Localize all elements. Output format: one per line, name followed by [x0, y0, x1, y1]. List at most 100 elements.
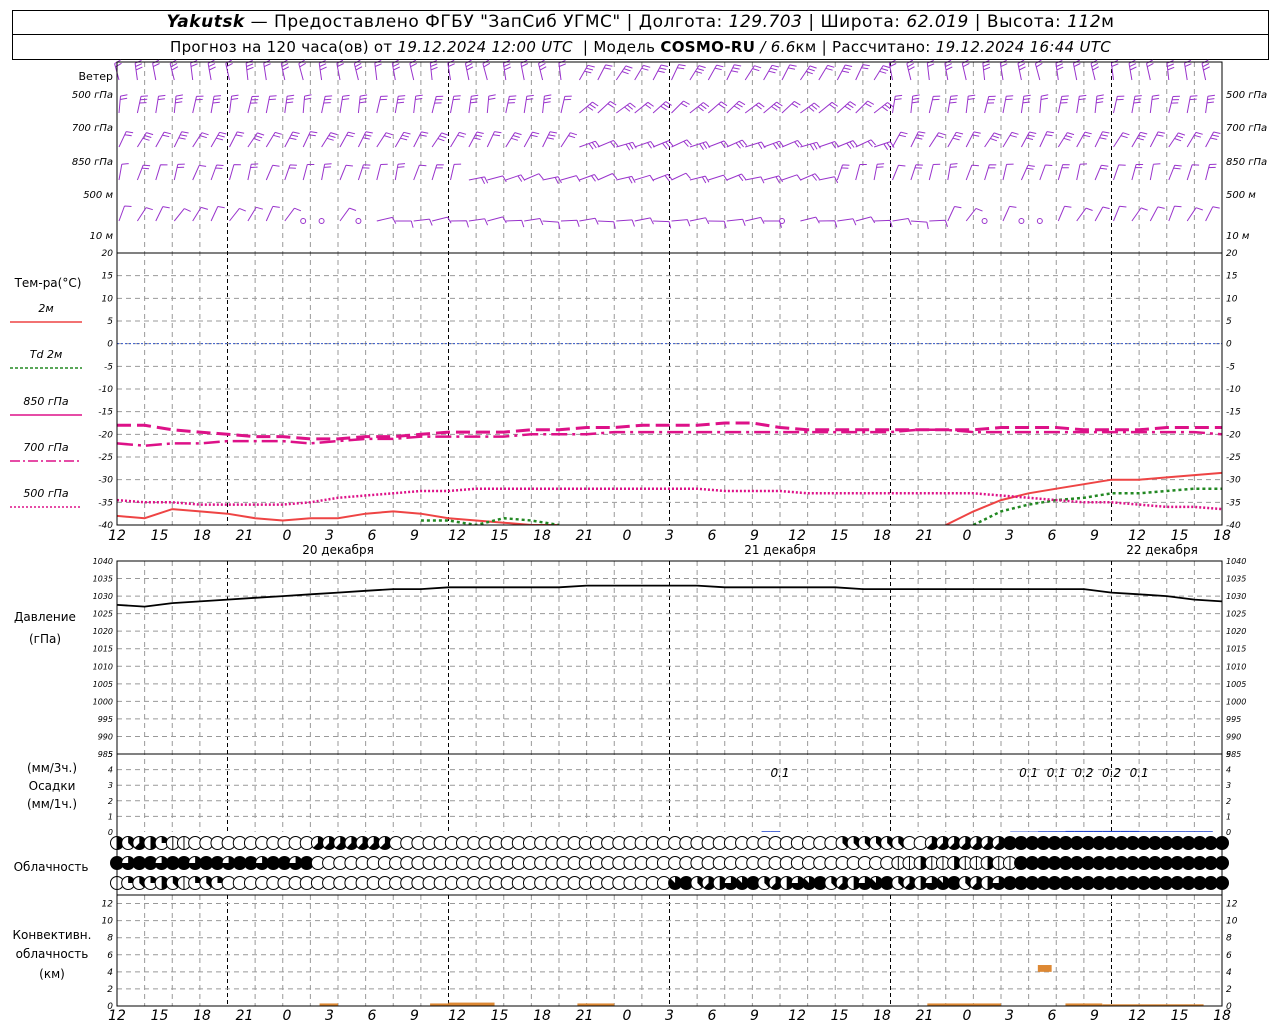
wind-barb: [431, 132, 449, 148]
wind-barb: [652, 101, 672, 114]
hour-label: 3: [325, 528, 334, 544]
wind-barb: [892, 131, 908, 148]
wind-barb: [505, 95, 517, 114]
y-tick-label: 20: [102, 249, 114, 259]
meteogram: 0.1 0.1 0.1 0.2 0.2 0.1 -40 -40-35 -35-30 -30-25…: [10, 59, 1267, 1024]
wind-barb: [394, 163, 406, 181]
precip-bar: [1056, 831, 1066, 832]
wind-barb: [837, 218, 857, 226]
wind-barb: [671, 64, 686, 81]
wind-barb: [818, 64, 835, 81]
wind-barb: [799, 65, 817, 81]
wind-barb: [689, 141, 711, 150]
wind-barb: [615, 65, 633, 81]
y-tick-label: 4: [1226, 968, 1232, 978]
hour-label: 6: [708, 528, 717, 544]
y-tick-label: 1020: [93, 627, 113, 636]
wind-barb: [229, 94, 239, 114]
hour-label: 0: [623, 528, 632, 544]
wind-barb: [1184, 59, 1192, 81]
legend-label: Td 2м: [30, 348, 63, 361]
wind-barb: [836, 64, 853, 81]
hour-label: 18: [1213, 528, 1231, 544]
wind-barb: [892, 94, 903, 114]
y-tick-label: 1030: [1226, 592, 1246, 601]
wind-barb: [1057, 132, 1075, 148]
wind-barb: [450, 163, 462, 181]
wind-barb: [431, 216, 452, 224]
wind-barb: [1055, 59, 1064, 81]
hour-label: 12: [788, 1008, 806, 1024]
wind-barb: [247, 132, 265, 148]
wind-barb: [1039, 131, 1054, 148]
wind-barb: [744, 102, 765, 114]
precip-bar: [1185, 831, 1195, 832]
y-tick-label: 1: [1226, 812, 1231, 821]
wind-barb: [579, 140, 600, 150]
wind-barb: [339, 94, 350, 114]
wind-barb: [708, 220, 727, 229]
wind-barb: [1166, 60, 1175, 81]
wind-barb: [1020, 94, 1031, 114]
wind-barb: [1113, 132, 1130, 148]
wind-barb: [263, 59, 271, 81]
wind-barb: [339, 207, 357, 222]
y-tick-label: 1035: [1226, 575, 1246, 584]
wind-barb: [1205, 131, 1221, 148]
precip-bar: [1102, 830, 1112, 832]
hour-label: 3: [1005, 528, 1014, 544]
wind-barb: [1110, 59, 1119, 81]
date-label: 21 декабря: [744, 543, 816, 557]
wind-barb: [1186, 207, 1203, 222]
y-tick-label: 20: [1226, 249, 1238, 259]
wind-barb: [229, 131, 245, 148]
precip-bar: [1166, 831, 1176, 832]
hour-label: 18: [533, 528, 551, 544]
date-label: 22 декабря: [1126, 543, 1198, 557]
hour-label: 0: [963, 528, 972, 544]
y-tick-label: -20: [98, 430, 113, 440]
y-tick-label: 15: [1226, 272, 1238, 282]
wind-barb: [984, 95, 996, 114]
y-tick-label: 10: [1226, 917, 1238, 927]
wind-barb: [1076, 163, 1088, 181]
hour-label: 3: [1005, 1008, 1014, 1024]
wind-barb: [579, 217, 599, 225]
precip-bar: [1148, 831, 1158, 832]
temp-title: Тем-ра(°C): [14, 276, 82, 290]
hour-label: 21: [576, 528, 594, 544]
wind-barb: [280, 59, 290, 81]
y-tick-label: -30: [1226, 476, 1241, 486]
wind-barb: [505, 174, 526, 182]
wind-level-left: 10 м: [90, 231, 114, 242]
y-tick-label: -35: [98, 498, 113, 508]
y-tick-label: 995: [1226, 715, 1241, 724]
wind-barb: [152, 59, 160, 81]
wind-barb: [597, 139, 619, 148]
wind-barb: [336, 59, 344, 81]
wind-barb: [1149, 131, 1165, 148]
wind-barb: [210, 131, 227, 148]
precip-unit-top: (мм/3ч.): [27, 761, 77, 775]
wind-barb: [1186, 164, 1200, 181]
y-tick-label: 1040: [93, 557, 113, 566]
wind-barb: [482, 59, 491, 81]
y-tick-label: 15: [102, 272, 114, 282]
hour-label: 21: [236, 1008, 254, 1024]
wind-barb: [173, 94, 183, 114]
y-tick-label: 3: [1226, 781, 1231, 790]
y-tick-label: -5: [104, 362, 113, 372]
wind-level-right: 850 гПа: [1226, 157, 1267, 168]
wind-barb: [190, 59, 198, 81]
wind-barb: [944, 59, 953, 81]
hour-label: 0: [623, 1008, 632, 1024]
precip-label: 0.2: [1102, 766, 1121, 780]
precip-bar: [1083, 830, 1094, 832]
wind-barb: [173, 131, 189, 148]
wind-barb: [634, 64, 651, 81]
y-tick-label: 1015: [1226, 645, 1246, 654]
wind-barb: [726, 218, 746, 226]
wind-barb: [413, 218, 433, 226]
wind-barb: [1131, 207, 1148, 222]
wind-barb: [616, 102, 636, 114]
